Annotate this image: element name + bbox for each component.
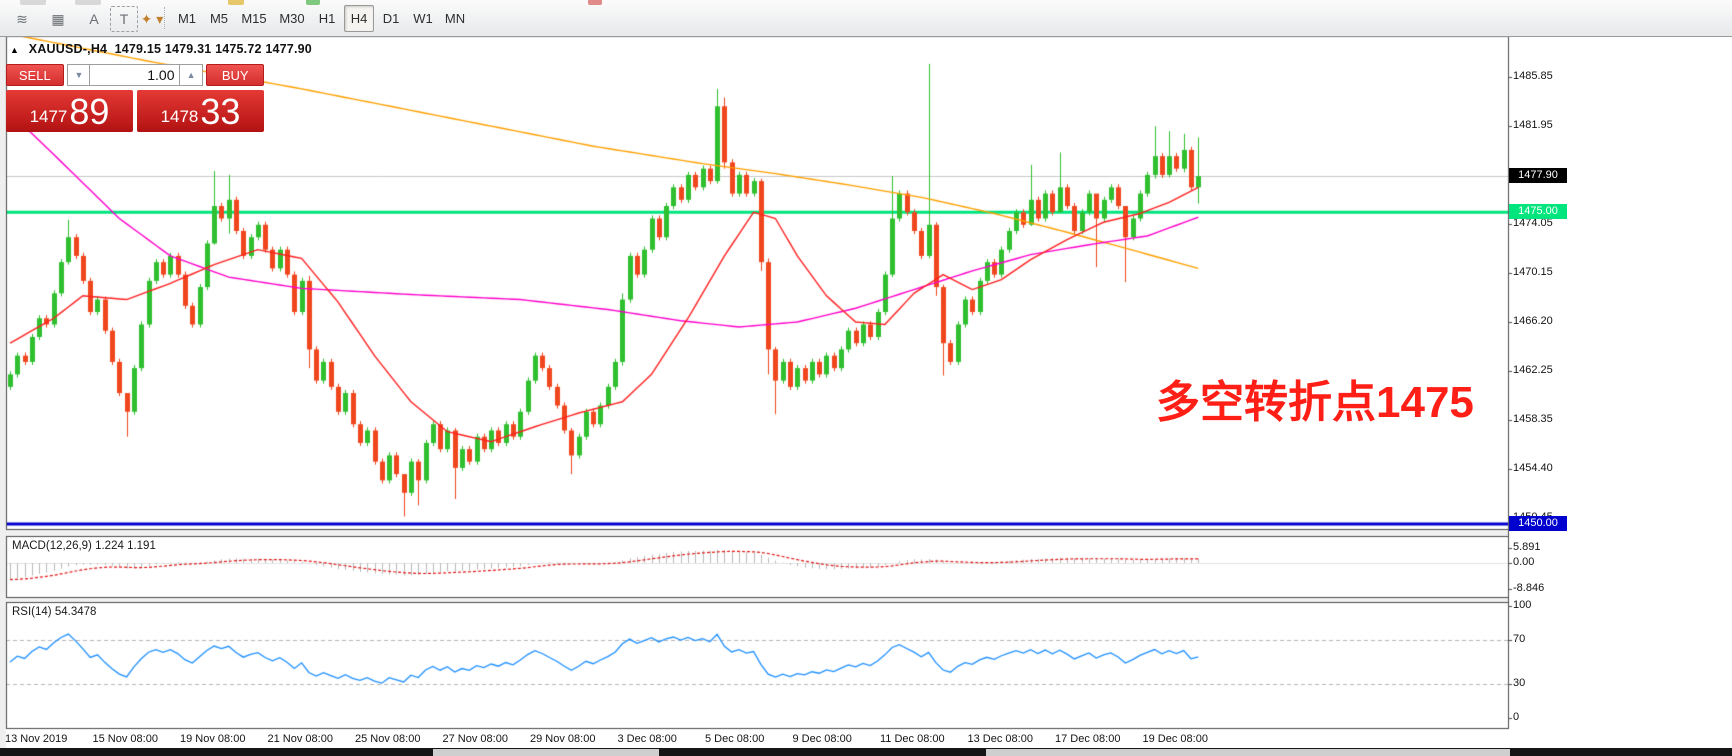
sell-price-display[interactable]: 1477 89	[6, 90, 133, 132]
text-label-icon[interactable]: A	[80, 6, 108, 32]
grid-icon[interactable]: ▦	[44, 6, 72, 32]
sell-button[interactable]: SELL	[6, 64, 64, 86]
cropped-toolbar-stub	[20, 0, 46, 5]
timeframe-button-h4[interactable]: H4	[344, 5, 374, 32]
timeframe-button-m15[interactable]: M15	[236, 5, 272, 32]
timeframe-button-m30[interactable]: M30	[274, 5, 310, 32]
sell-price-big: 89	[69, 94, 109, 130]
timeframe-button-mn[interactable]: MN	[440, 5, 470, 32]
timeframe-button-w1[interactable]: W1	[408, 5, 438, 32]
buy-price-big: 33	[200, 94, 240, 130]
one-click-trading-panel: SELL ▼ ▲ BUY 1477 89 1478 33	[6, 64, 264, 132]
cropped-window-edge	[433, 749, 659, 756]
volume-increase-button[interactable]: ▲	[179, 64, 202, 86]
text-box-icon[interactable]: T	[110, 6, 138, 32]
volume-input[interactable]	[90, 64, 179, 86]
timeframe-button-m5[interactable]: M5	[204, 5, 234, 32]
buy-button[interactable]: BUY	[206, 64, 264, 86]
buy-price-display[interactable]: 1478 33	[137, 90, 264, 132]
cropped-window-edge	[986, 749, 1510, 756]
expert-advisors-icon[interactable]: ≋	[8, 6, 36, 32]
toolbar: ≋ ▦ AT✦ ▾ M1M5M15M30H1H4D1W1MN	[0, 0, 1732, 37]
timeframe-button-m1[interactable]: M1	[172, 5, 202, 32]
timeframe-button-d1[interactable]: D1	[376, 5, 406, 32]
sell-price-small: 1477	[30, 104, 68, 130]
buy-price-small: 1478	[161, 104, 199, 130]
cropped-toolbar-stub	[588, 0, 602, 5]
cropped-toolbar-stub	[75, 0, 101, 5]
volume-decrease-button[interactable]: ▼	[67, 64, 90, 86]
toolbar-separator	[164, 7, 168, 29]
cropped-windows-below	[0, 748, 1732, 756]
timeframe-button-h1[interactable]: H1	[312, 5, 342, 32]
objects-arrows-icon[interactable]: ✦ ▾	[138, 6, 166, 32]
mt4-window: ≋▦AT✦ ▾ M1M5M15M30H1H4D1W1MN ▲ XAUUSD-,H…	[0, 0, 1732, 756]
